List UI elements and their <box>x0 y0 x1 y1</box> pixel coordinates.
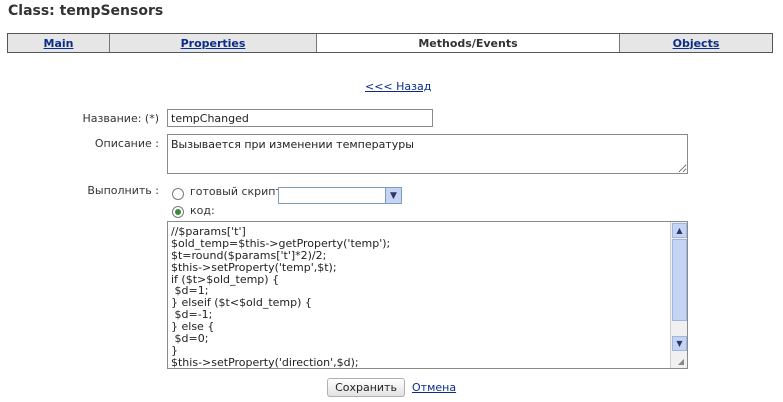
tab-methods-events-label: Methods/Events <box>418 36 518 50</box>
code-line: } else { <box>171 320 215 334</box>
name-input[interactable] <box>167 109 433 127</box>
page-title: Class: tempSensors <box>8 3 163 19</box>
code-text[interactable]: //$params['t'] $old_temp=$this->getProper… <box>171 226 669 369</box>
class-label: Class: <box>8 3 55 19</box>
tab-main-link[interactable]: Main <box>44 37 74 50</box>
code-editor[interactable]: //$params['t'] $old_temp=$this->getProper… <box>167 221 688 369</box>
code-scrollbar[interactable]: ▲ ▼ ◢ <box>670 222 687 368</box>
code-line: $this->setProperty('temp',$t); <box>171 260 337 274</box>
code-line: $old_temp=$this->getProperty('temp'); <box>171 236 391 250</box>
tab-properties[interactable]: Properties <box>110 34 317 52</box>
tab-main[interactable]: Main <box>8 34 110 52</box>
resize-grip-icon[interactable]: ◢ <box>676 357 686 367</box>
chevron-down-icon: ▼ <box>385 188 401 203</box>
code-line: } <box>171 343 178 357</box>
tab-bar: Main Properties Methods/Events Objects <box>7 33 773 53</box>
code-line: $d=0; <box>171 332 209 346</box>
save-button[interactable]: Сохранить <box>327 378 405 397</box>
radio-code[interactable] <box>172 206 184 218</box>
code-line: } elseif ($t<$old_temp) { <box>171 296 312 310</box>
code-line: $t=round($params['t']*2)/2; <box>171 248 327 262</box>
code-line: $this->setProperty('direction',$d); <box>171 355 359 369</box>
tab-objects-link[interactable]: Objects <box>673 37 720 50</box>
scroll-up-icon[interactable]: ▲ <box>672 223 687 238</box>
page: Class: tempSensors Main Properties Metho… <box>0 0 783 402</box>
name-label: Название: (*) <box>82 112 159 125</box>
cancel-link[interactable]: Отмена <box>412 381 456 394</box>
back-link[interactable]: <<< Назад <box>365 80 431 93</box>
class-name: tempSensors <box>59 3 164 19</box>
radio-ready-script[interactable] <box>172 188 184 200</box>
code-line: if ($t>$old_temp) { <box>171 272 280 286</box>
tab-objects[interactable]: Objects <box>620 34 772 52</box>
code-line: $d=-1; <box>171 308 213 322</box>
tab-properties-link[interactable]: Properties <box>181 37 246 50</box>
scroll-thumb[interactable] <box>672 239 687 321</box>
description-label: Описание : <box>94 137 159 150</box>
description-textarea[interactable]: Вызывается при изменении температуры <box>167 134 688 174</box>
code-label: код: <box>190 204 215 217</box>
tab-methods-events[interactable]: Methods/Events <box>317 34 620 52</box>
ready-script-label: готовый скрипт: <box>190 185 286 198</box>
scroll-down-icon[interactable]: ▼ <box>672 336 687 351</box>
ready-script-select[interactable]: ▼ <box>278 187 402 204</box>
execute-label: Выполнить : <box>87 184 159 197</box>
